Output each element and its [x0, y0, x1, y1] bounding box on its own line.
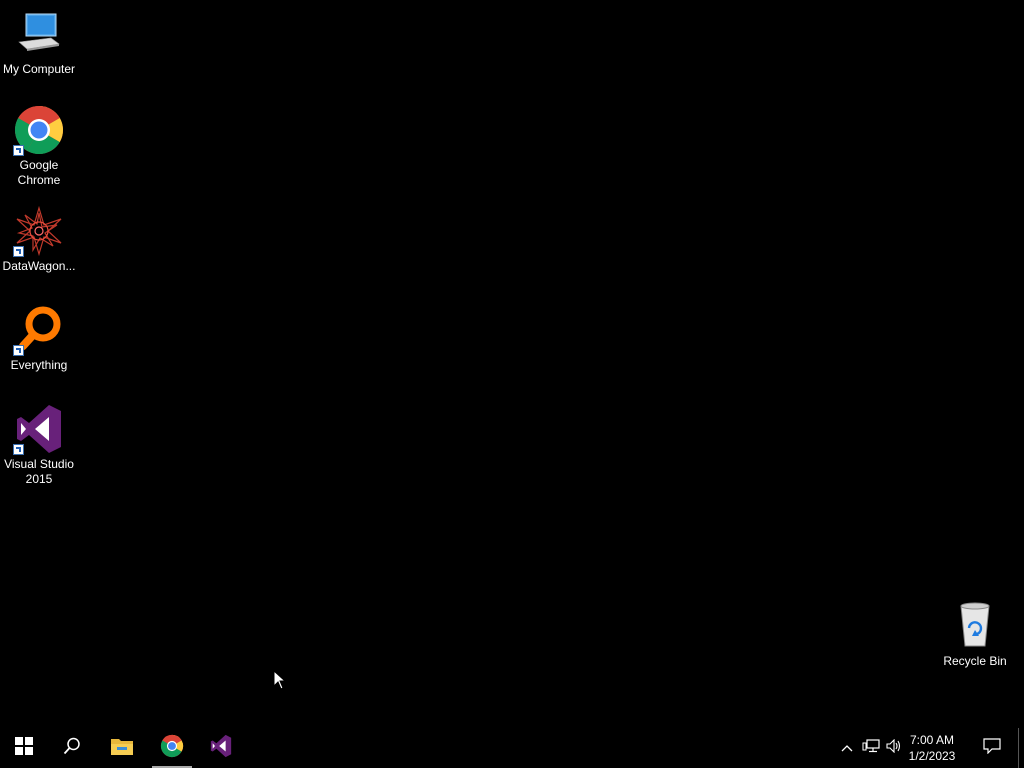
desktop-icon-label: Visual Studio 2015 — [4, 457, 74, 486]
visual-studio-icon — [13, 403, 65, 455]
desktop: My Computer Google Chrome DataWagon... E… — [0, 0, 1024, 728]
desktop-icon-label: Google Chrome — [17, 158, 61, 187]
search-button[interactable] — [48, 728, 96, 768]
shortcut-arrow-icon — [13, 246, 24, 257]
search-icon — [63, 737, 81, 760]
computer-icon — [13, 8, 65, 60]
desktop-icon-recycle-bin[interactable]: Recycle Bin — [936, 600, 1014, 669]
taskbar-google-chrome[interactable] — [148, 728, 196, 768]
datawagon-icon — [13, 205, 65, 257]
desktop-icon-google-chrome[interactable]: Google Chrome — [0, 104, 78, 188]
everything-icon — [13, 304, 65, 356]
network-button[interactable] — [860, 728, 882, 768]
shortcut-arrow-icon — [13, 444, 24, 455]
chrome-icon — [160, 734, 184, 763]
mouse-cursor-icon — [273, 669, 287, 695]
start-button[interactable] — [0, 728, 48, 768]
volume-icon — [886, 738, 902, 758]
visual-studio-icon — [209, 734, 233, 763]
desktop-icon-label: Everything — [10, 358, 68, 372]
desktop-icon-visual-studio-2015[interactable]: Visual Studio 2015 — [0, 403, 78, 487]
taskbar-file-explorer[interactable] — [98, 728, 146, 768]
shortcut-arrow-icon — [13, 145, 24, 156]
clock-date: 1/2/2023 — [908, 749, 956, 763]
taskbar: 7:00 AM 1/2/2023 — [0, 728, 1024, 768]
clock-time: 7:00 AM — [909, 733, 955, 747]
chevron-up-icon — [841, 739, 853, 757]
windows-start-icon — [15, 736, 33, 760]
desktop-icon-label: DataWagon... — [2, 259, 76, 273]
action-center-icon — [983, 737, 1001, 759]
recycle-bin-icon — [949, 600, 1001, 652]
show-desktop-button[interactable] — [1018, 728, 1019, 768]
network-icon — [862, 738, 880, 758]
volume-button[interactable] — [884, 728, 904, 768]
show-hidden-icons-button[interactable] — [838, 728, 856, 768]
desktop-icon-label: Recycle Bin — [943, 654, 1007, 668]
taskbar-visual-studio[interactable] — [197, 728, 245, 768]
desktop-icon-datawagon[interactable]: DataWagon... — [0, 205, 78, 274]
chrome-icon — [13, 104, 65, 156]
action-center-button[interactable] — [978, 728, 1006, 768]
shortcut-arrow-icon — [13, 345, 24, 356]
desktop-icon-everything[interactable]: Everything — [0, 304, 78, 373]
desktop-icon-label: My Computer — [2, 62, 76, 76]
file-explorer-icon — [110, 736, 134, 761]
desktop-icon-my-computer[interactable]: My Computer — [0, 8, 78, 77]
taskbar-clock[interactable]: 7:00 AM 1/2/2023 — [902, 732, 962, 764]
